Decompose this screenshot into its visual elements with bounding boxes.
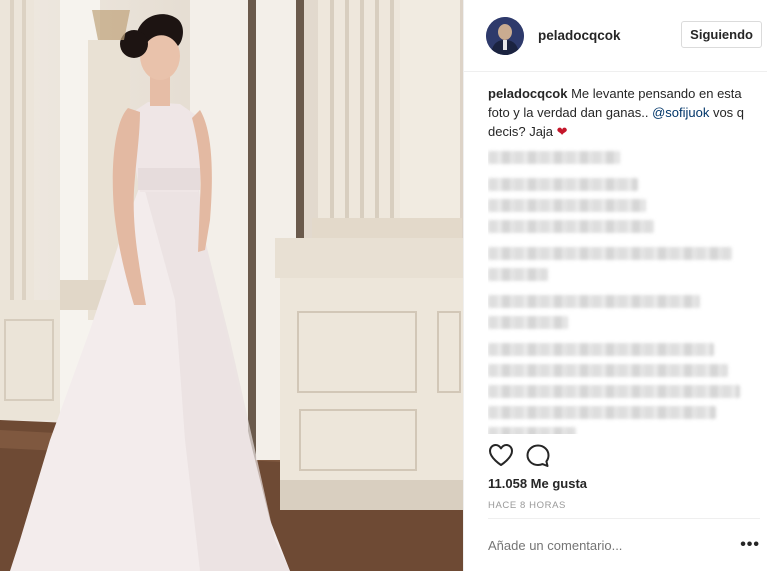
blurred-comment-line: [488, 268, 548, 281]
speech-bubble-icon: [526, 444, 550, 467]
like-button[interactable]: [488, 443, 514, 467]
photo-illustration: [0, 0, 463, 571]
following-button[interactable]: Siguiendo: [681, 21, 762, 48]
post-timestamp[interactable]: HACE 8 HORAS: [488, 500, 566, 511]
blurred-comment-line: [488, 178, 638, 191]
ellipsis-icon[interactable]: •••: [740, 537, 760, 553]
blurred-comment-line: [488, 220, 654, 233]
comments-section: peladocqcok Me levante pensando en esta …: [488, 84, 758, 434]
caption-mention[interactable]: @sofijuok: [652, 105, 709, 120]
post-header: peladocqcok Siguiendo: [464, 0, 767, 72]
add-comment-input[interactable]: [488, 538, 718, 553]
instagram-post: peladocqcok Siguiendo peladocqcok Me lev…: [0, 0, 767, 571]
blurred-comment-line: [488, 151, 620, 164]
heart-emoji: ❤: [556, 124, 568, 139]
blurred-comment-line: [488, 385, 740, 398]
blurred-comments: [488, 151, 758, 434]
post-caption: peladocqcok Me levante pensando en esta …: [488, 84, 758, 141]
comment-button[interactable]: [525, 443, 551, 469]
post-photo[interactable]: [0, 0, 463, 571]
avatar[interactable]: [486, 16, 524, 55]
blurred-comment-line: [488, 316, 568, 329]
blurred-comment-line: [488, 427, 576, 434]
blurred-comment-line: [488, 295, 700, 308]
likes-count[interactable]: 11.058 Me gusta: [488, 476, 587, 491]
header-username[interactable]: peladocqcok: [538, 28, 621, 43]
blurred-comment-line: [488, 343, 714, 356]
caption-username[interactable]: peladocqcok: [488, 86, 567, 101]
blurred-comment-line: [488, 364, 728, 377]
avatar-image: [486, 16, 524, 55]
blurred-comment-line: [488, 247, 732, 260]
post-side-panel: peladocqcok Siguiendo peladocqcok Me lev…: [463, 0, 767, 571]
blurred-comment-line: [488, 406, 716, 419]
add-comment-bar: •••: [488, 518, 760, 571]
heart-outline-icon: [489, 444, 513, 466]
blurred-comment-line: [488, 199, 646, 212]
